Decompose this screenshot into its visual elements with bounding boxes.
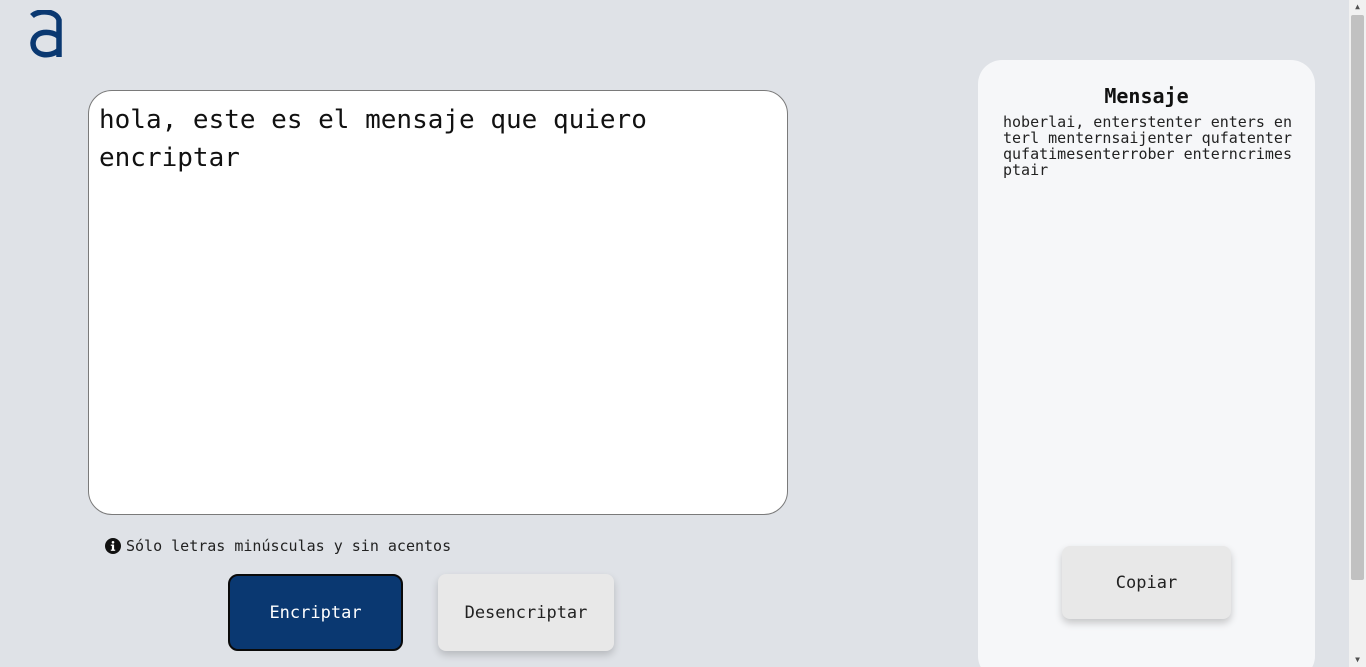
input-hint: Sólo letras minúsculas y sin acentos <box>105 536 451 556</box>
hint-text: Sólo letras minúsculas y sin acentos <box>126 537 452 555</box>
scroll-up-arrow-icon[interactable]: ▲ <box>1349 0 1366 14</box>
info-circle-icon <box>105 538 121 554</box>
result-panel: Mensaje hoberlai, enterstenter enters en… <box>978 60 1315 667</box>
scrollbar-thumb[interactable] <box>1351 15 1364 580</box>
page-scrollbar[interactable]: ▲ ▼ <box>1349 0 1366 667</box>
scroll-down-arrow-icon[interactable]: ▼ <box>1349 653 1366 667</box>
result-text: hoberlai, enterstenter enters enterl men… <box>1003 113 1302 179</box>
decrypt-button[interactable]: Desencriptar <box>438 574 614 651</box>
copy-button[interactable]: Copiar <box>1062 546 1231 619</box>
encrypt-button[interactable]: Encriptar <box>228 574 403 651</box>
message-input[interactable] <box>88 90 788 515</box>
result-title: Mensaje <box>1104 84 1189 108</box>
page: Sólo letras minúsculas y sin acentos Enc… <box>0 0 1366 667</box>
alura-a-logo-icon <box>30 10 62 58</box>
